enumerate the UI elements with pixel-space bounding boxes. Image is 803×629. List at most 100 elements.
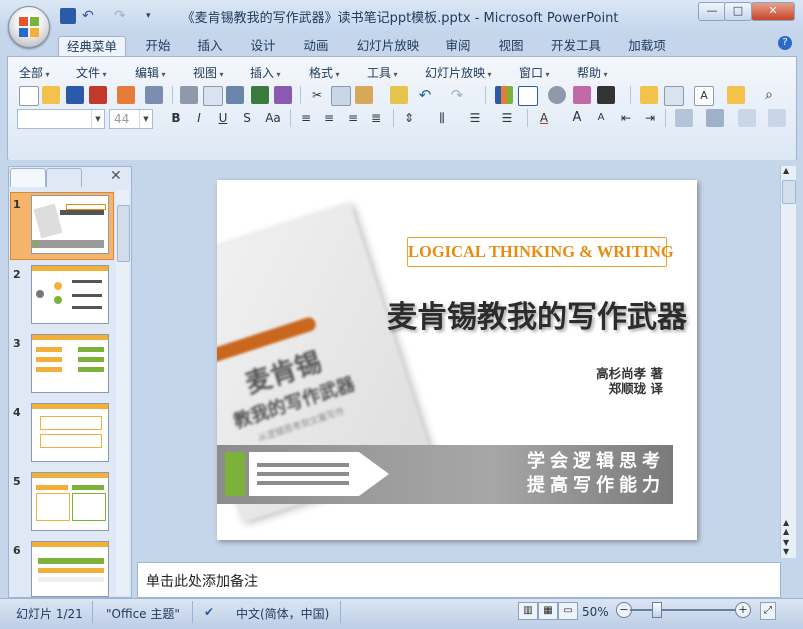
new-icon[interactable] [19, 86, 39, 106]
align-right-icon[interactable]: ≡ [344, 109, 362, 127]
font-color-icon[interactable]: A [535, 109, 553, 127]
folder-icon[interactable] [727, 86, 745, 104]
office-button[interactable] [8, 6, 50, 48]
tab-design[interactable]: 设计 [243, 36, 283, 56]
font-size-combo[interactable]: 44 ▼ [109, 109, 153, 129]
tab-review[interactable]: 审阅 [438, 36, 478, 56]
menu-edit[interactable]: 编辑 [135, 64, 166, 81]
minimize-button[interactable]: — [698, 2, 726, 21]
find-icon[interactable]: ⌕ [760, 86, 778, 104]
scroll-up-icon[interactable]: ▲ [783, 166, 789, 175]
align-center-icon[interactable]: ≡ [320, 109, 338, 127]
menu-format[interactable]: 格式 [309, 64, 340, 81]
shadow-button[interactable]: S [238, 109, 256, 127]
menu-window[interactable]: 窗口 [519, 64, 550, 81]
menu-slide-show[interactable]: 幻灯片放映 [425, 64, 492, 81]
slide-show-icon[interactable]: ▭ [558, 602, 578, 620]
close-pane-icon[interactable]: ✕ [110, 168, 122, 184]
slide-thumbnail[interactable] [31, 472, 109, 531]
shrink-font-button[interactable]: A [592, 109, 610, 127]
banner-text[interactable]: 学会逻辑思考 提高写作能力 [497, 450, 665, 498]
page-setup-icon[interactable] [226, 86, 244, 104]
tab-classic-menu[interactable]: 经典菜单 [58, 36, 126, 57]
permission-icon[interactable] [117, 86, 135, 104]
align-left-icon[interactable]: ≡ [297, 109, 315, 127]
normal-view-icon[interactable]: ▥ [518, 602, 538, 620]
tab-view[interactable]: 视图 [491, 36, 531, 56]
clip-art-icon[interactable] [548, 86, 566, 104]
menu-file[interactable]: 文件 [76, 64, 107, 81]
author-info[interactable]: 高杉尚孝 著 郑顺珑 译 [527, 366, 663, 396]
fit-to-window-icon[interactable]: ⤢ [760, 602, 776, 620]
menu-view[interactable]: 视图 [193, 64, 224, 81]
print-preview-icon[interactable] [203, 86, 223, 106]
tab-add-ins[interactable]: 加载项 [622, 36, 672, 56]
scrollbar-thumb[interactable] [782, 180, 796, 204]
menu-insert[interactable]: 插入 [250, 64, 281, 81]
slide-thumbnail[interactable] [31, 541, 109, 597]
bold-button[interactable]: B [167, 109, 185, 127]
quick-styles-icon[interactable] [706, 109, 724, 127]
tab-insert[interactable]: 插入 [190, 36, 230, 56]
undo-icon[interactable]: ↶ [82, 8, 98, 24]
slides-tab[interactable] [10, 168, 46, 187]
zoom-slider[interactable] [630, 609, 735, 611]
line-spacing-icon[interactable]: ⇕ [400, 109, 418, 127]
redo-icon[interactable]: ↷ [114, 8, 130, 24]
open-icon[interactable] [42, 86, 60, 104]
help-icon[interactable]: ? [778, 36, 792, 50]
spelling-icon[interactable] [251, 86, 269, 104]
undo-toolbar-icon[interactable]: ↶ [416, 86, 434, 104]
slide-thumbnail[interactable] [31, 195, 109, 254]
color-icon[interactable] [597, 86, 615, 104]
slide-thumbnail[interactable] [31, 403, 109, 462]
format-painter-icon[interactable] [390, 86, 408, 104]
copy-icon[interactable] [331, 86, 351, 106]
increase-indent-icon[interactable]: ⇥ [641, 109, 659, 127]
language-status[interactable]: 中文(简体，中国) [236, 605, 329, 622]
theme-name[interactable]: "Office 主题" [106, 605, 180, 622]
menu-tools[interactable]: 工具 [367, 64, 398, 81]
chart-icon[interactable] [495, 86, 513, 104]
maximize-button[interactable]: □ [724, 2, 752, 21]
paste-icon[interactable] [355, 86, 373, 104]
outline-tab[interactable] [46, 168, 82, 187]
change-case-button[interactable]: Aa [262, 109, 284, 127]
grow-font-button[interactable]: A [568, 109, 586, 127]
slide-thumbnail[interactable] [31, 334, 109, 393]
logical-thinking-label[interactable]: LOGICAL THINKING & WRITING [407, 237, 674, 267]
slide-title[interactable]: 麦肯锡教我的写作武器 [307, 292, 687, 336]
research-icon[interactable] [274, 86, 292, 104]
print-icon[interactable] [180, 86, 198, 104]
picture-icon[interactable] [573, 86, 591, 104]
slide-sorter-icon[interactable]: ▦ [538, 602, 558, 620]
cut-icon[interactable]: ✂ [308, 86, 326, 104]
arrange-icon[interactable] [675, 109, 693, 127]
previous-slide-icon[interactable]: ▲ ▲ [783, 518, 789, 536]
mail-icon[interactable] [145, 86, 163, 104]
underline-button[interactable]: U [214, 109, 232, 127]
zoom-level[interactable]: 50% [582, 605, 609, 619]
tab-animation[interactable]: 动画 [296, 36, 336, 56]
chevron-down-icon[interactable]: ▼ [139, 110, 152, 128]
font-name-combo[interactable]: ▼ [17, 109, 105, 129]
decrease-indent-icon[interactable]: ⇤ [617, 109, 635, 127]
slide-canvas[interactable]: 麦肯锡 教我的写作武器 从逻辑思考到文案写作 LOGICAL THINKING … [217, 180, 697, 540]
redo-toolbar-icon[interactable]: ↷ [448, 86, 466, 104]
justify-icon[interactable]: ≣ [367, 109, 385, 127]
numbering-icon[interactable]: ☰ [498, 109, 516, 127]
save-icon[interactable] [60, 8, 76, 24]
tab-slide-show[interactable]: 幻灯片放映 [352, 36, 424, 56]
chevron-down-icon[interactable]: ▼ [91, 110, 104, 128]
slide-scrollbar[interactable] [780, 166, 796, 558]
text-box-icon[interactable]: A [694, 86, 714, 106]
next-slide-icon[interactable]: ▼ ▼ [783, 538, 789, 556]
table-icon[interactable] [518, 86, 538, 106]
tab-developer[interactable]: 开发工具 [546, 36, 606, 56]
menu-all[interactable]: 全部 [19, 64, 50, 81]
new-slide-icon[interactable] [640, 86, 658, 104]
close-button[interactable]: ✕ [751, 2, 795, 21]
italic-button[interactable]: I [190, 109, 208, 127]
shape-fill-icon[interactable] [738, 109, 756, 127]
columns-icon[interactable]: ⫼ [433, 109, 451, 127]
